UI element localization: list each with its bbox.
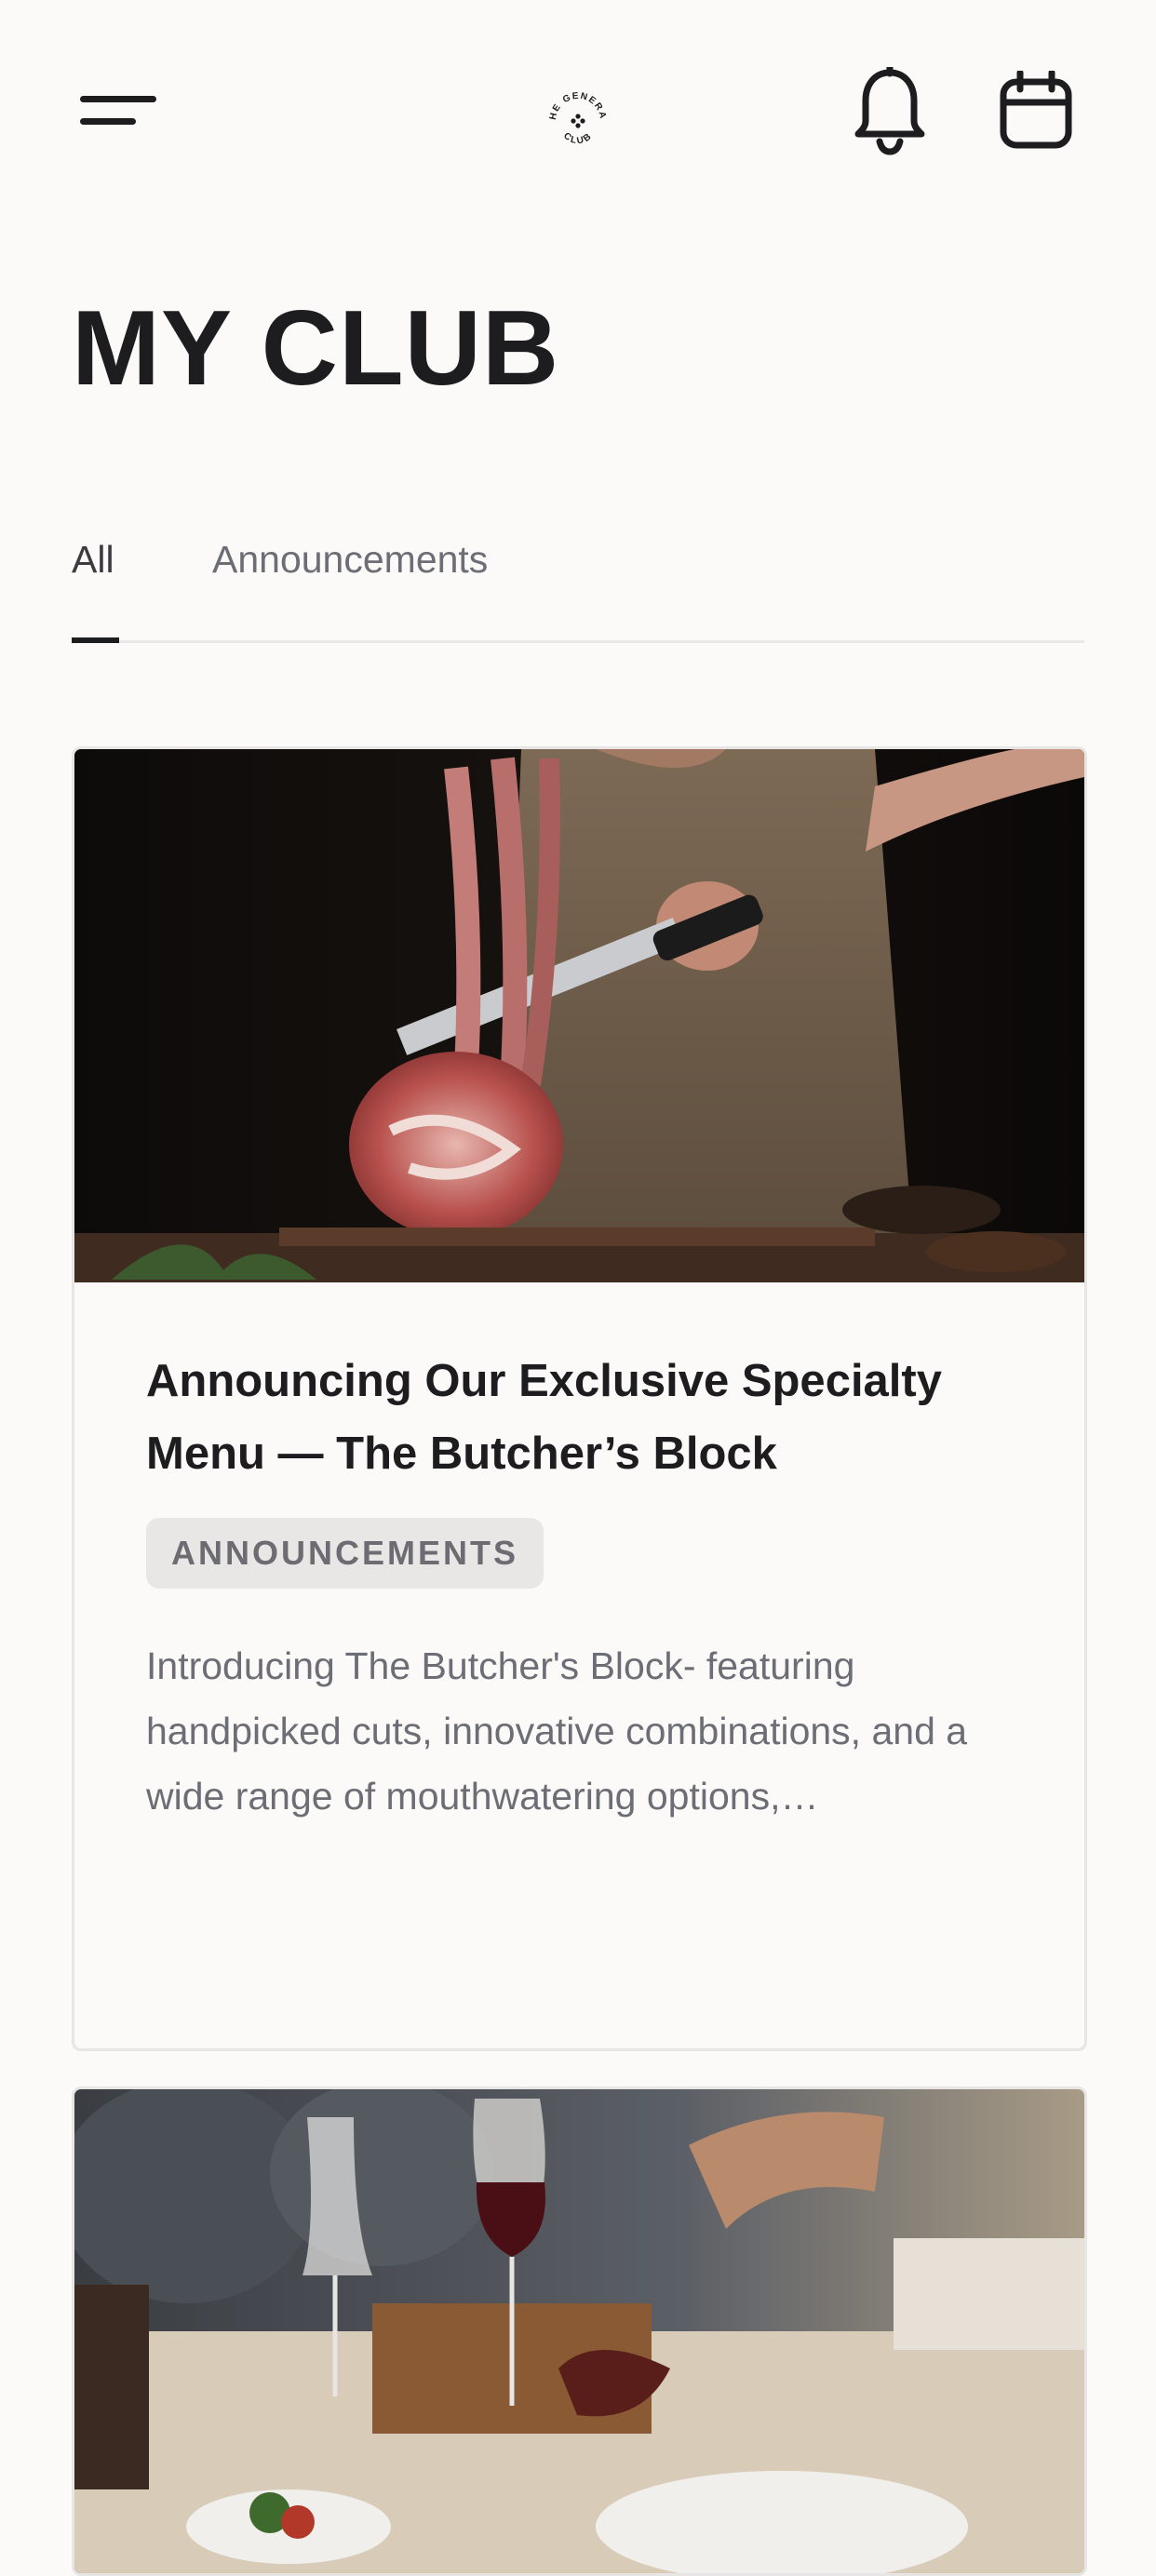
card-image-butcher	[74, 749, 1084, 1282]
announcement-card[interactable]: Announcing Our Exclusive Specialty Menu …	[72, 746, 1087, 2051]
active-tab-indicator	[72, 637, 119, 643]
card-excerpt: Introducing The Butcher's Block- featuri…	[146, 1644, 968, 1818]
notifications-button[interactable]	[853, 63, 927, 156]
category-badge: ANNOUNCEMENTS	[146, 1518, 544, 1589]
card-title: Announcing Our Exclusive Specialty Menu …	[146, 1356, 942, 1479]
menu-line-icon	[80, 118, 136, 125]
calendar-button[interactable]	[1000, 69, 1072, 149]
club-logo-icon: THE GENERAL CLUB	[541, 80, 606, 147]
card-image-dining	[74, 2089, 1084, 2573]
bell-icon	[854, 63, 925, 155]
top-header: THE GENERAL CLUB	[0, 0, 1156, 223]
hamburger-menu-button[interactable]	[80, 93, 158, 130]
page-title: MY CLUB	[72, 289, 560, 408]
calendar-icon	[1000, 69, 1072, 149]
tab-bar: All Announcements	[72, 521, 1084, 643]
club-logo[interactable]: THE GENERAL CLUB	[541, 80, 612, 154]
tab-all[interactable]: All	[72, 538, 114, 582]
tab-announcements[interactable]: Announcements	[212, 538, 488, 582]
announcement-card[interactable]	[72, 2086, 1087, 2576]
menu-line-icon	[80, 96, 156, 102]
svg-text:CLUB: CLUB	[561, 131, 595, 147]
